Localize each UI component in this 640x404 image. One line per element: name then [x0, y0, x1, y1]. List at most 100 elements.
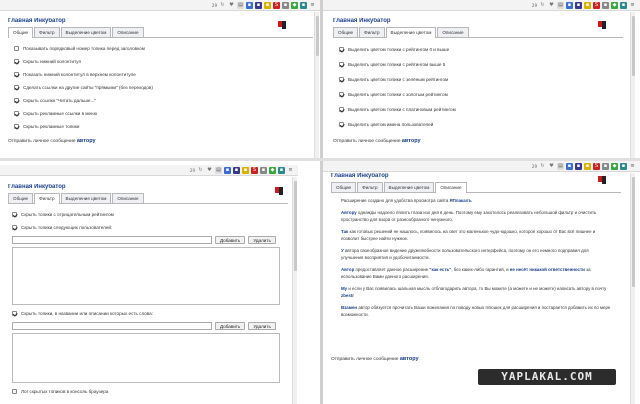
checkbox[interactable]	[339, 77, 344, 82]
ext-teal-icon[interactable]: ▪	[620, 1, 627, 9]
tab-filter[interactable]: Фильтр	[357, 182, 383, 192]
ext-green-icon[interactable]: ◆	[611, 1, 618, 9]
ext-dark-icon[interactable]: ▪	[255, 1, 262, 9]
reader-icon[interactable]: ▤	[215, 166, 222, 174]
tab-general[interactable]: Общие	[331, 182, 357, 192]
tab-about[interactable]: Описание	[112, 27, 144, 37]
checkbox[interactable]	[339, 122, 344, 127]
tab-highlight[interactable]: Выделение цветом	[385, 27, 437, 38]
tab-filter[interactable]: Фильтр	[359, 27, 385, 37]
ext-green-icon[interactable]: ◆	[611, 162, 618, 170]
ext-yellow-icon[interactable]: ▪	[584, 1, 591, 9]
checkbox[interactable]	[14, 59, 19, 64]
option-row[interactable]: Скрыть топики, в названии или описании к…	[12, 307, 288, 320]
tab-about[interactable]: Описание	[435, 182, 467, 193]
checkbox[interactable]	[12, 212, 17, 217]
refresh-icon[interactable]: ↻	[539, 2, 546, 9]
menu-icon[interactable]: ≡	[287, 167, 294, 174]
refresh-icon[interactable]: ↻	[219, 2, 226, 9]
tab-general[interactable]: Общие	[8, 193, 34, 203]
option-row[interactable]: Показать нижний колонтитул в верхнем кол…	[14, 68, 313, 81]
heart-icon[interactable]: ♥	[228, 2, 235, 9]
scrollbar[interactable]	[292, 177, 297, 404]
ext-grey-icon[interactable]: ▪	[282, 1, 289, 9]
author-link[interactable]: автору	[77, 138, 96, 144]
ext-red-icon[interactable]: S	[593, 162, 600, 170]
reader-icon[interactable]: ▤	[557, 162, 564, 170]
checkbox[interactable]	[12, 311, 17, 316]
ext-green-icon[interactable]: ◆	[269, 166, 276, 174]
option-row[interactable]: Лог скрытых топиков в консоль браузера	[12, 385, 288, 398]
option-row[interactable]: Скрыть топики следующих пользователей:	[12, 221, 288, 234]
ext-grey-icon[interactable]: ▪	[260, 166, 267, 174]
option-row[interactable]: Скрыть топики с отрицательным рейтингом	[12, 208, 288, 221]
option-row[interactable]: Скрыть нижний колонтитул	[14, 55, 313, 68]
ext-yellow-icon[interactable]: ▪	[584, 162, 591, 170]
option-row[interactable]: Скрыть рекламные топики	[14, 120, 313, 133]
option-row[interactable]: Выделить цветом топики с платиновым рейт…	[339, 102, 623, 117]
ext-teal-icon[interactable]: ▪	[278, 166, 285, 174]
ext-red-icon[interactable]: S	[273, 1, 280, 9]
tab-about[interactable]: Описание	[437, 27, 469, 37]
tab-general[interactable]: Общие	[333, 27, 359, 37]
scrollbar[interactable]	[314, 12, 319, 158]
ext-blue-icon[interactable]: ▪	[566, 162, 573, 170]
tab-filter[interactable]: Фильтр	[34, 27, 60, 37]
ext-blue-icon[interactable]: ▪	[246, 1, 253, 9]
scrollbar[interactable]	[630, 12, 635, 158]
ext-red-icon[interactable]: S	[251, 166, 258, 174]
tab-filter[interactable]: Фильтр	[34, 193, 60, 204]
option-row[interactable]: Скрыть рекламные ссылки в меню	[14, 107, 313, 120]
checkbox[interactable]	[14, 111, 19, 116]
checkbox[interactable]	[12, 389, 17, 394]
tab-highlight[interactable]: Выделение цветом	[60, 193, 112, 203]
ext-teal-icon[interactable]: ▪	[300, 1, 307, 9]
option-row[interactable]: Выделить цветом топики с рейтингом 0 и в…	[339, 42, 623, 57]
ext-dark-icon[interactable]: ▪	[575, 162, 582, 170]
option-row[interactable]: Выделить цветом имена пользователей	[339, 117, 623, 132]
ext-dark-icon[interactable]: ▪	[575, 1, 582, 9]
refresh-icon[interactable]: ↻	[539, 163, 546, 170]
delete-words-button[interactable]: Удалить	[248, 322, 276, 330]
option-row[interactable]: Выделить цветом топики с зелёным рейтинг…	[339, 72, 623, 87]
tab-general[interactable]: Общие	[8, 27, 34, 38]
add-words-button[interactable]: Добавить	[215, 322, 246, 330]
tab-about[interactable]: Описание	[112, 193, 144, 203]
reader-icon[interactable]: ▤	[237, 1, 244, 9]
ext-red-icon[interactable]: S	[593, 1, 600, 9]
checkbox[interactable]	[339, 107, 344, 112]
ext-blue-icon[interactable]: ▪	[224, 166, 231, 174]
tab-highlight[interactable]: Выделение цветом	[60, 27, 112, 37]
ext-green-icon[interactable]: ◆	[291, 1, 298, 9]
users-list[interactable]	[12, 247, 280, 305]
heart-icon[interactable]: ♥	[548, 2, 555, 9]
checkbox[interactable]	[339, 47, 344, 52]
author-link[interactable]: автору	[400, 356, 419, 362]
checkbox[interactable]	[14, 98, 19, 103]
refresh-icon[interactable]: ↻	[197, 167, 204, 174]
words-input[interactable]	[12, 322, 212, 330]
delete-users-button[interactable]: Удалить	[248, 236, 276, 244]
heart-icon[interactable]: ♥	[548, 163, 555, 170]
checkbox[interactable]	[14, 72, 19, 77]
email-link[interactable]: zbestr	[341, 293, 354, 298]
checkbox[interactable]	[14, 124, 19, 129]
checkbox[interactable]	[339, 62, 344, 67]
checkbox[interactable]	[14, 85, 19, 90]
option-row[interactable]: Выделить цветом топики с золотым рейтинг…	[339, 87, 623, 102]
checkbox[interactable]	[12, 225, 17, 230]
ext-blue-icon[interactable]: ▪	[566, 1, 573, 9]
author-link[interactable]: автору	[402, 138, 421, 144]
menu-icon[interactable]: ≡	[309, 2, 316, 9]
reader-icon[interactable]: ▤	[557, 1, 564, 9]
site-link[interactable]: ЯПлакалъ	[450, 198, 472, 203]
heart-icon[interactable]: ♥	[206, 167, 213, 174]
option-row[interactable]: Выделить цветом топики с рейтингом выше …	[339, 57, 623, 72]
checkbox[interactable]	[14, 46, 19, 51]
ext-teal-icon[interactable]: ▪	[620, 162, 627, 170]
words-list[interactable]	[12, 333, 280, 383]
option-row[interactable]: Показывать порядковый номер топика перед…	[14, 42, 313, 55]
option-row[interactable]: Скрыть ссылки "Читать дальше..."	[14, 94, 313, 107]
option-row[interactable]: Сделать ссылки на другие сайты "прямыми"…	[14, 81, 313, 94]
checkbox[interactable]	[339, 92, 344, 97]
